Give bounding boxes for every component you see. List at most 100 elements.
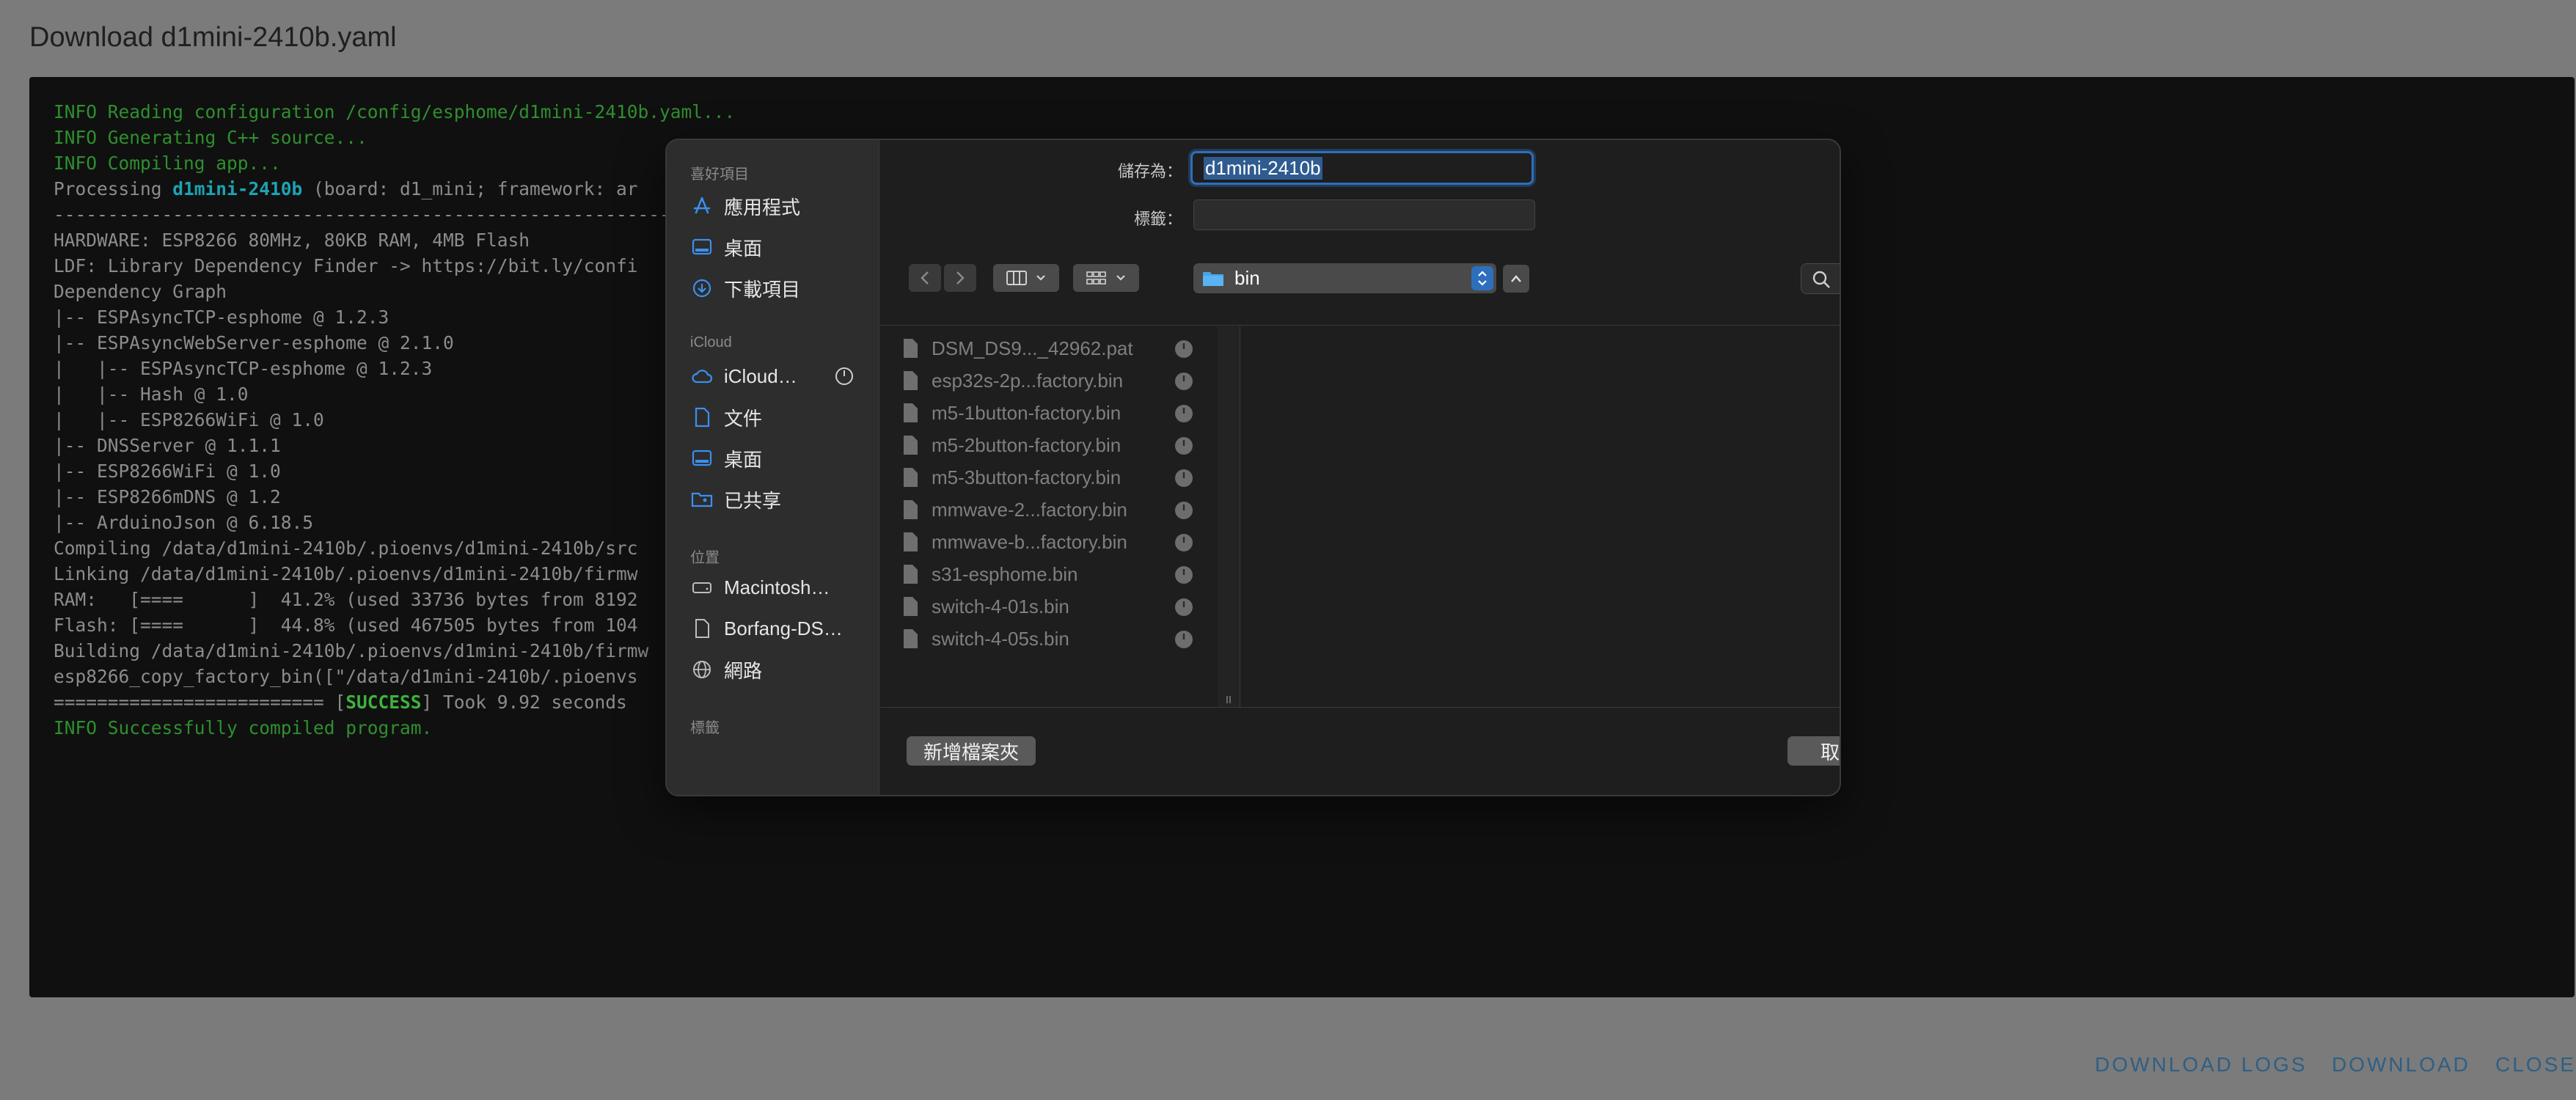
- sidebar-item-icloud-desktop[interactable]: 桌面: [690, 444, 870, 473]
- console-line: |-- ESP8266mDNS @ 1.2: [54, 486, 281, 507]
- chevron-left-icon: [921, 271, 929, 285]
- console-text: (board: d1_mini; framework: ar: [302, 178, 638, 199]
- console-line: HARDWARE: ESP8266 80MHz, 80KB RAM, 4MB F…: [54, 230, 530, 251]
- file-column: DSM_DS9..._42962.pat esp32s-2p...factory…: [880, 326, 1218, 708]
- sidebar-item-icloud-drive[interactable]: iCloud…: [690, 362, 870, 391]
- sidebar-item-label: 桌面: [724, 237, 763, 260]
- file-item[interactable]: mmwave-2...factory.bin: [902, 495, 1210, 524]
- download-status-icon: [1175, 373, 1193, 390]
- file-name: m5-3button-factory.bin: [932, 466, 1121, 488]
- file-item[interactable]: mmwave-b...factory.bin: [902, 527, 1210, 557]
- file-item[interactable]: m5-1button-factory.bin: [902, 398, 1210, 428]
- console-line: Linking /data/d1mini-2410b/.pioenvs/d1mi…: [54, 563, 638, 584]
- document-icon: [690, 406, 714, 429]
- globe-icon: [690, 658, 714, 681]
- chevron-down-icon: [1036, 275, 1045, 281]
- close-button[interactable]: CLOSE: [2495, 1053, 2576, 1077]
- document-icon: [690, 617, 714, 640]
- file-name: esp32s-2p...factory.bin: [932, 369, 1124, 392]
- tags-input[interactable]: [1193, 199, 1535, 230]
- sidebar-item-network[interactable]: 網路: [690, 655, 870, 684]
- file-item[interactable]: m5-3button-factory.bin: [902, 463, 1210, 492]
- console-line: INFO Generating C++ source...: [54, 127, 367, 148]
- save-as-label: 儲存為：: [1117, 162, 1182, 180]
- console-line: Processing d1mini-2410b (board: d1_mini;…: [54, 178, 638, 199]
- sidebar-item-downloads[interactable]: 下載項目: [690, 274, 870, 303]
- download-circle-icon: [690, 276, 714, 300]
- download-button[interactable]: DOWNLOAD: [2332, 1053, 2470, 1077]
- column-resize-handle[interactable]: [1218, 326, 1240, 708]
- sidebar-item-label: 桌面: [724, 448, 763, 471]
- download-status-icon: [1175, 502, 1193, 519]
- console-line: Building /data/d1mini-2410b/.pioenvs/d1m…: [54, 640, 649, 661]
- file-icon: [904, 597, 918, 616]
- footer-divider: [880, 707, 1840, 708]
- console-line: | |-- ESPAsyncTCP-esphome @ 1.2.3: [54, 358, 433, 379]
- new-folder-button[interactable]: 新增檔案夾: [907, 736, 1036, 766]
- sidebar-section-favorites: 喜好項目: [690, 166, 749, 183]
- file-item[interactable]: switch-4-05s.bin: [902, 624, 1210, 653]
- download-status-icon: [1175, 598, 1193, 616]
- console-line: esp8266_copy_factory_bin(["/data/d1mini-…: [54, 666, 638, 687]
- file-name: switch-4-05s.bin: [932, 627, 1069, 650]
- console-line: ========================= [SUCCESS] Took…: [54, 692, 627, 713]
- tags-label: 標籤：: [1133, 210, 1182, 228]
- location-name: bin: [1234, 267, 1260, 289]
- chevron-right-icon: [956, 271, 965, 285]
- hard-drive-icon: [690, 576, 714, 599]
- console-success: SUCCESS: [345, 692, 422, 713]
- shared-folder-icon: [690, 488, 714, 511]
- save-as-input[interactable]: d1mini-2410b: [1190, 151, 1534, 185]
- file-item[interactable]: switch-4-01s.bin: [902, 592, 1210, 621]
- file-icon: [904, 436, 918, 455]
- sidebar-item-label: Borfang-DS…: [724, 617, 843, 639]
- file-item[interactable]: DSM_DS9..._42962.pat: [902, 334, 1210, 363]
- download-status-icon: [1175, 534, 1193, 551]
- sidebar-item-borfang-ds[interactable]: Borfang-DS…: [690, 614, 870, 643]
- cloud-icon: [690, 364, 714, 388]
- collapse-button[interactable]: [1503, 265, 1529, 293]
- file-item[interactable]: s31-esphome.bin: [902, 560, 1210, 589]
- sidebar-item-desktop[interactable]: 桌面: [690, 232, 870, 262]
- save-as-value: d1mini-2410b: [1204, 157, 1322, 180]
- forward-button[interactable]: [944, 264, 976, 292]
- chevron-down-icon: [1116, 275, 1125, 281]
- console-line: Dependency Graph: [54, 281, 227, 302]
- file-icon: [904, 629, 918, 648]
- file-item[interactable]: esp32s-2p...factory.bin: [902, 366, 1210, 395]
- download-logs-button[interactable]: DOWNLOAD LOGS: [2095, 1053, 2307, 1077]
- console-line: | |-- ESP8266WiFi @ 1.0: [54, 409, 324, 430]
- download-status-icon: [1175, 469, 1193, 487]
- group-options-button[interactable]: [1073, 264, 1139, 292]
- console-line: INFO Successfully compiled program.: [54, 717, 433, 738]
- search-input[interactable]: 搜尋: [1801, 263, 1841, 296]
- search-placeholder: 搜尋: [1840, 268, 1841, 296]
- sidebar-item-macintosh-hd[interactable]: Macintosh…: [690, 573, 870, 602]
- location-popup[interactable]: bin: [1193, 263, 1496, 293]
- cancel-button[interactable]: 取消: [1788, 736, 1840, 766]
- file-item[interactable]: m5-2button-factory.bin: [902, 430, 1210, 460]
- up-down-chevron-icon: [1478, 271, 1487, 286]
- view-columns-button[interactable]: [993, 264, 1059, 292]
- folder-icon: [1203, 272, 1223, 286]
- console-line: |-- ESPAsyncTCP-esphome @ 1.2.3: [54, 307, 389, 328]
- chevron-up-icon: [1511, 275, 1521, 282]
- sidebar-item-documents[interactable]: 文件: [690, 403, 870, 432]
- sidebar-item-label: 下載項目: [724, 278, 801, 301]
- console-text: ] Took 9.92 seconds: [421, 692, 627, 713]
- console-line: |-- ArduinoJson @ 6.18.5: [54, 512, 314, 533]
- file-icon: [904, 565, 918, 584]
- sidebar-item-shared[interactable]: 已共享: [690, 485, 870, 514]
- file-name: switch-4-01s.bin: [932, 595, 1069, 617]
- back-button[interactable]: [909, 264, 941, 292]
- download-status-icon: [1175, 437, 1193, 455]
- grid-view-icon: [1086, 271, 1106, 285]
- download-status-icon: [1175, 405, 1193, 422]
- resize-grip-icon: [1226, 696, 1231, 703]
- file-name: DSM_DS9..._42962.pat: [932, 337, 1133, 359]
- console-line: INFO Reading configuration /config/espho…: [54, 101, 736, 122]
- sidebar-item-applications[interactable]: 應用程式: [690, 191, 870, 221]
- console-line: | |-- Hash @ 1.0: [54, 384, 249, 405]
- file-name: m5-2button-factory.bin: [932, 433, 1121, 456]
- applications-icon: [690, 194, 714, 218]
